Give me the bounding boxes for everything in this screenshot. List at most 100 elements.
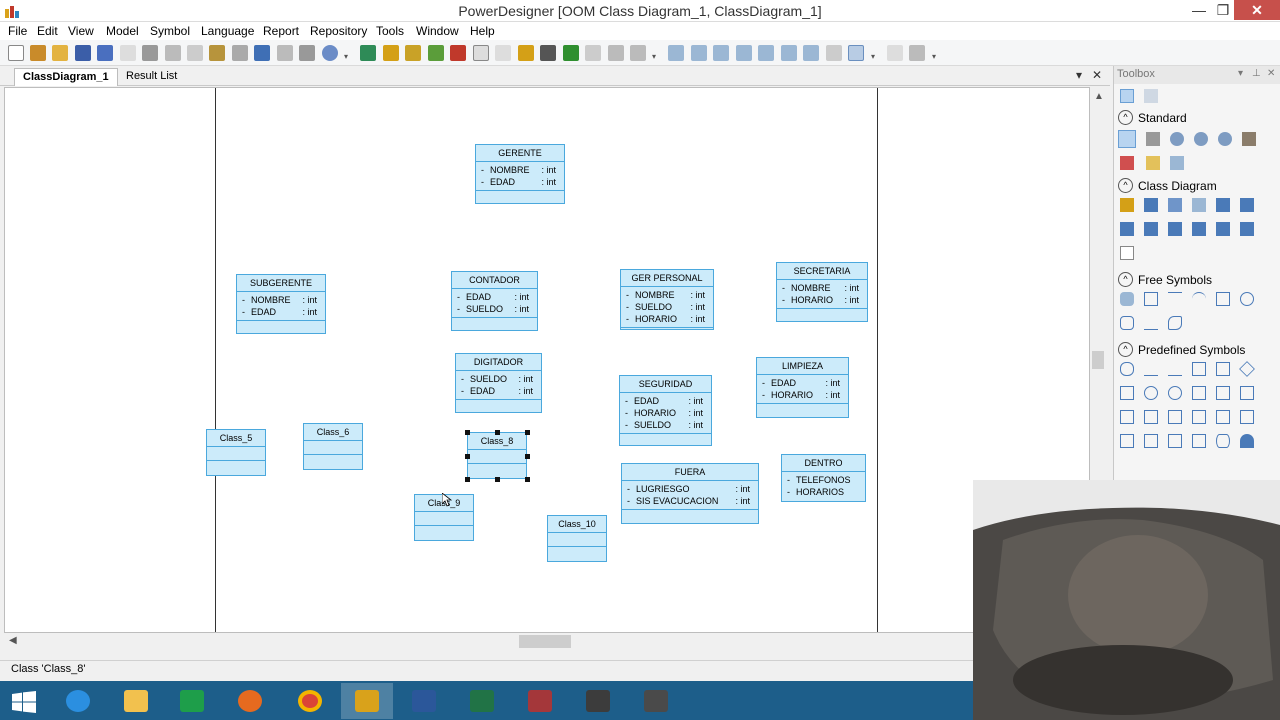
icon-view-icon[interactable]	[1120, 89, 1134, 103]
selection-handle[interactable]	[525, 430, 530, 435]
save-all-icon[interactable]	[97, 45, 113, 61]
diagram-canvas[interactable]: GERENTE - NOMBRE: int - EDAD: int SUBGEREN…	[4, 87, 1090, 633]
toolbox-section-standard[interactable]: ^ Standard	[1114, 108, 1280, 128]
new-model-icon[interactable]	[30, 45, 46, 61]
horizontal-scroll-thumb[interactable]	[519, 635, 571, 648]
scroll-up-icon[interactable]: ▲	[1094, 91, 1104, 102]
properties-tool-icon[interactable]	[1242, 132, 1256, 146]
rounded-shape-icon[interactable]	[1120, 362, 1134, 376]
menu-repository[interactable]: Repository	[310, 24, 367, 38]
grabber-tool-icon[interactable]	[1146, 132, 1160, 146]
start-button[interactable]	[0, 683, 52, 719]
toolbar-overflow-icon-4[interactable]: ▾	[932, 53, 938, 61]
page-shape-icon[interactable]	[1240, 410, 1254, 424]
font-icon[interactable]	[563, 45, 579, 61]
diamond-shape-icon[interactable]	[1239, 361, 1255, 377]
tab-close-icon[interactable]: ✕	[1092, 68, 1102, 82]
tab-result-list[interactable]: Result List	[118, 68, 185, 86]
properties-icon[interactable]	[299, 45, 315, 61]
taskbar-word[interactable]	[398, 683, 450, 719]
package-tool-icon[interactable]	[1146, 156, 1160, 170]
text-symbol-icon[interactable]	[1144, 292, 1158, 306]
dependency-tool-icon[interactable]	[1192, 222, 1206, 236]
taskbar-app-2[interactable]	[630, 683, 682, 719]
star-shape-icon[interactable]	[1192, 386, 1206, 400]
circle-shape-icon[interactable]	[1168, 386, 1182, 400]
class-limpieza[interactable]: LIMPIEZA - EDAD: int - HORARIO: int	[756, 357, 849, 418]
menu-view[interactable]: View	[68, 24, 94, 38]
check-model-icon[interactable]	[450, 45, 466, 61]
collapse-icon[interactable]: ^	[1118, 272, 1133, 287]
print-diagram-icon[interactable]	[909, 45, 925, 61]
title-symbol-icon[interactable]	[1120, 292, 1134, 306]
pentagon-shape-icon[interactable]	[1120, 386, 1134, 400]
class-class-5[interactable]: Class_5	[206, 429, 266, 476]
selection-handle[interactable]	[465, 477, 470, 482]
toolbar-overflow-icon-2[interactable]: ▾	[652, 53, 658, 61]
stack-shape-icon[interactable]	[1192, 434, 1206, 448]
polygon-symbol-icon[interactable]	[1168, 316, 1182, 330]
align-left-icon[interactable]	[736, 45, 752, 61]
class-fuera[interactable]: FUERA - LUGRIESGO: int - SIS EVACUCACION: …	[621, 463, 759, 524]
toolbar-overflow-icon-3[interactable]: ▾	[871, 53, 877, 61]
folder-shape-icon[interactable]	[1216, 410, 1230, 424]
document-shape-icon[interactable]	[1120, 410, 1134, 424]
redo-icon[interactable]	[277, 45, 293, 61]
selection-handle[interactable]	[465, 454, 470, 459]
inner-link-tool-icon[interactable]	[1240, 222, 1254, 236]
collapse-icon[interactable]: ^	[1118, 178, 1133, 193]
selection-handle[interactable]	[525, 454, 530, 459]
forward-icon[interactable]	[630, 45, 646, 61]
cylinder-shape-icon[interactable]	[1216, 434, 1230, 448]
taskbar-powerdesigner[interactable]	[341, 683, 393, 719]
rounded-rect-symbol-icon[interactable]	[1120, 316, 1134, 330]
undo-icon[interactable]	[254, 45, 270, 61]
taskbar-firefox[interactable]	[224, 683, 276, 719]
menu-help[interactable]: Help	[470, 24, 495, 38]
back-icon[interactable]	[608, 45, 624, 61]
toolbox-dropdown-icon[interactable]: ▾	[1238, 68, 1243, 79]
zoom-in-icon[interactable]	[1170, 132, 1184, 146]
trapezoid-shape-icon[interactable]	[1216, 362, 1230, 376]
menu-tools[interactable]: Tools	[376, 24, 404, 38]
menu-model[interactable]: Model	[106, 24, 139, 38]
aggregation-tool-icon[interactable]	[1144, 222, 1158, 236]
align-bottom-icon[interactable]	[713, 45, 729, 61]
generalization-tool-icon[interactable]	[1216, 198, 1230, 212]
toolbox-section-predefined-symbols[interactable]: ^ Predefined Symbols	[1114, 340, 1280, 360]
class-dentro[interactable]: DENTRO - TELEFONOS - HORARIOS	[781, 454, 866, 502]
toolbox-section-free-symbols[interactable]: ^ Free Symbols	[1114, 270, 1280, 290]
table-shape-icon[interactable]	[1192, 410, 1206, 424]
class-contador[interactable]: CONTADOR - EDAD: int - SUELDO: int	[451, 271, 538, 331]
copy-icon[interactable]	[187, 45, 203, 61]
toolbox-section-class-diagram[interactable]: ^ Class Diagram	[1114, 176, 1280, 196]
frame-shape-icon[interactable]	[1168, 410, 1182, 424]
interface-tool-icon[interactable]	[1168, 198, 1182, 212]
cube-shape-icon[interactable]	[1144, 434, 1158, 448]
print-preview-icon[interactable]	[120, 45, 136, 61]
taskbar-file-explorer[interactable]	[110, 683, 162, 719]
note-tool-icon[interactable]	[1120, 246, 1134, 260]
taskbar-chrome[interactable]	[284, 683, 336, 719]
delete-icon[interactable]	[232, 45, 248, 61]
oval-shape-icon[interactable]	[1144, 386, 1158, 400]
realization-tool-icon[interactable]	[1240, 198, 1254, 212]
toolbar-overflow-icon[interactable]: ▾	[344, 53, 350, 61]
connector-icon[interactable]	[540, 45, 556, 61]
class-gerente[interactable]: GERENTE - NOMBRE: int - EDAD: int	[475, 144, 565, 204]
vertical-scroll-thumb[interactable]	[1092, 351, 1104, 369]
taskbar-access[interactable]	[514, 683, 566, 719]
save-icon[interactable]	[75, 45, 91, 61]
class-tool-icon[interactable]	[1144, 198, 1158, 212]
display-preferences-icon[interactable]	[848, 45, 864, 61]
zoom-out-icon[interactable]	[1194, 132, 1208, 146]
shield-shape-icon[interactable]	[1144, 410, 1158, 424]
globe-icon[interactable]	[322, 45, 338, 61]
print-icon[interactable]	[142, 45, 158, 61]
actor-shape-icon[interactable]	[1240, 434, 1254, 448]
tab-list-dropdown-icon[interactable]: ▾	[1076, 68, 1082, 82]
package-icon[interactable]	[383, 45, 399, 61]
toolbox-pin-icon[interactable]: ⊥	[1252, 68, 1261, 79]
tab-classdiagram[interactable]: ClassDiagram_1	[14, 68, 118, 86]
format-icon[interactable]	[585, 45, 601, 61]
